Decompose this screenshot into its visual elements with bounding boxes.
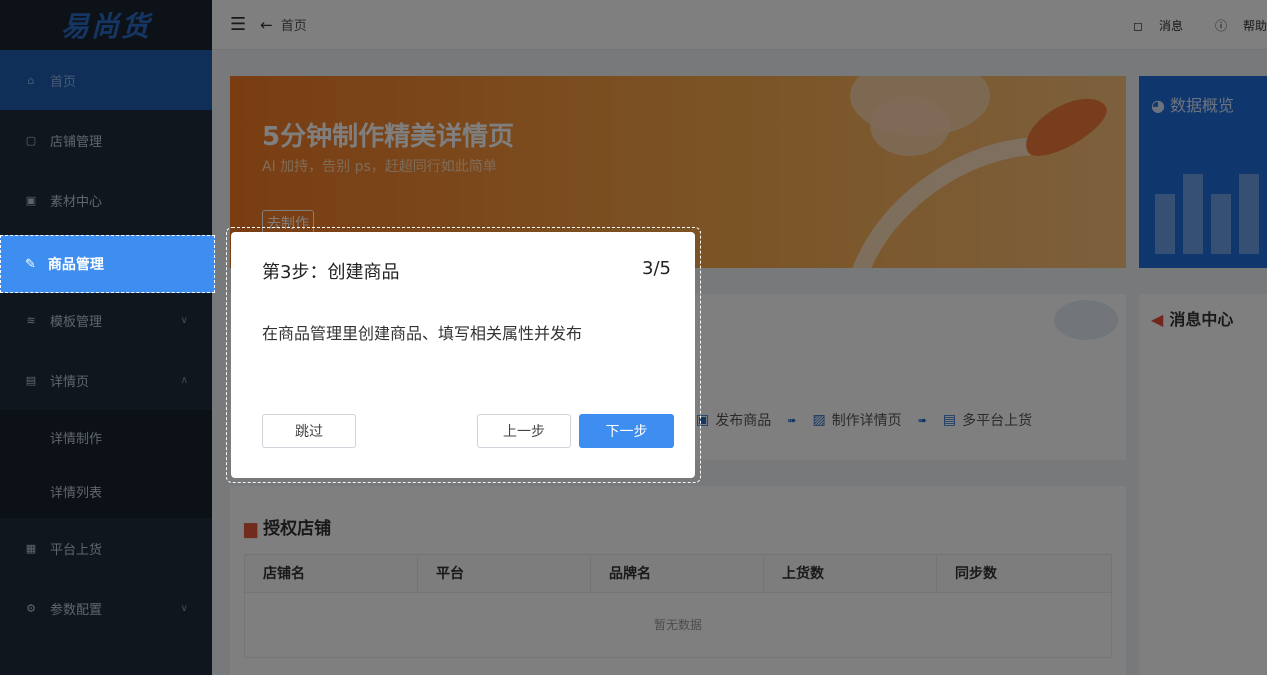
prev-step-button[interactable]: 上一步 xyxy=(477,414,571,448)
guide-progress: 3/5 xyxy=(642,258,671,279)
sidebar-item-product-management[interactable]: ✎ 商品管理 xyxy=(0,235,215,293)
guide-description: 在商品管理里创建商品、填写相关属性并发布 xyxy=(262,324,583,343)
skip-button[interactable]: 跳过 xyxy=(262,414,356,448)
guide-popover: 第3步：创建商品 3/5 在商品管理里创建商品、填写相关属性并发布 跳过 上一步… xyxy=(231,232,695,478)
edit-icon: ✎ xyxy=(25,256,36,272)
next-step-button[interactable]: 下一步 xyxy=(579,414,674,448)
guide-title: 第3步：创建商品 xyxy=(262,262,400,283)
sidebar-item-label: 商品管理 xyxy=(47,257,104,273)
